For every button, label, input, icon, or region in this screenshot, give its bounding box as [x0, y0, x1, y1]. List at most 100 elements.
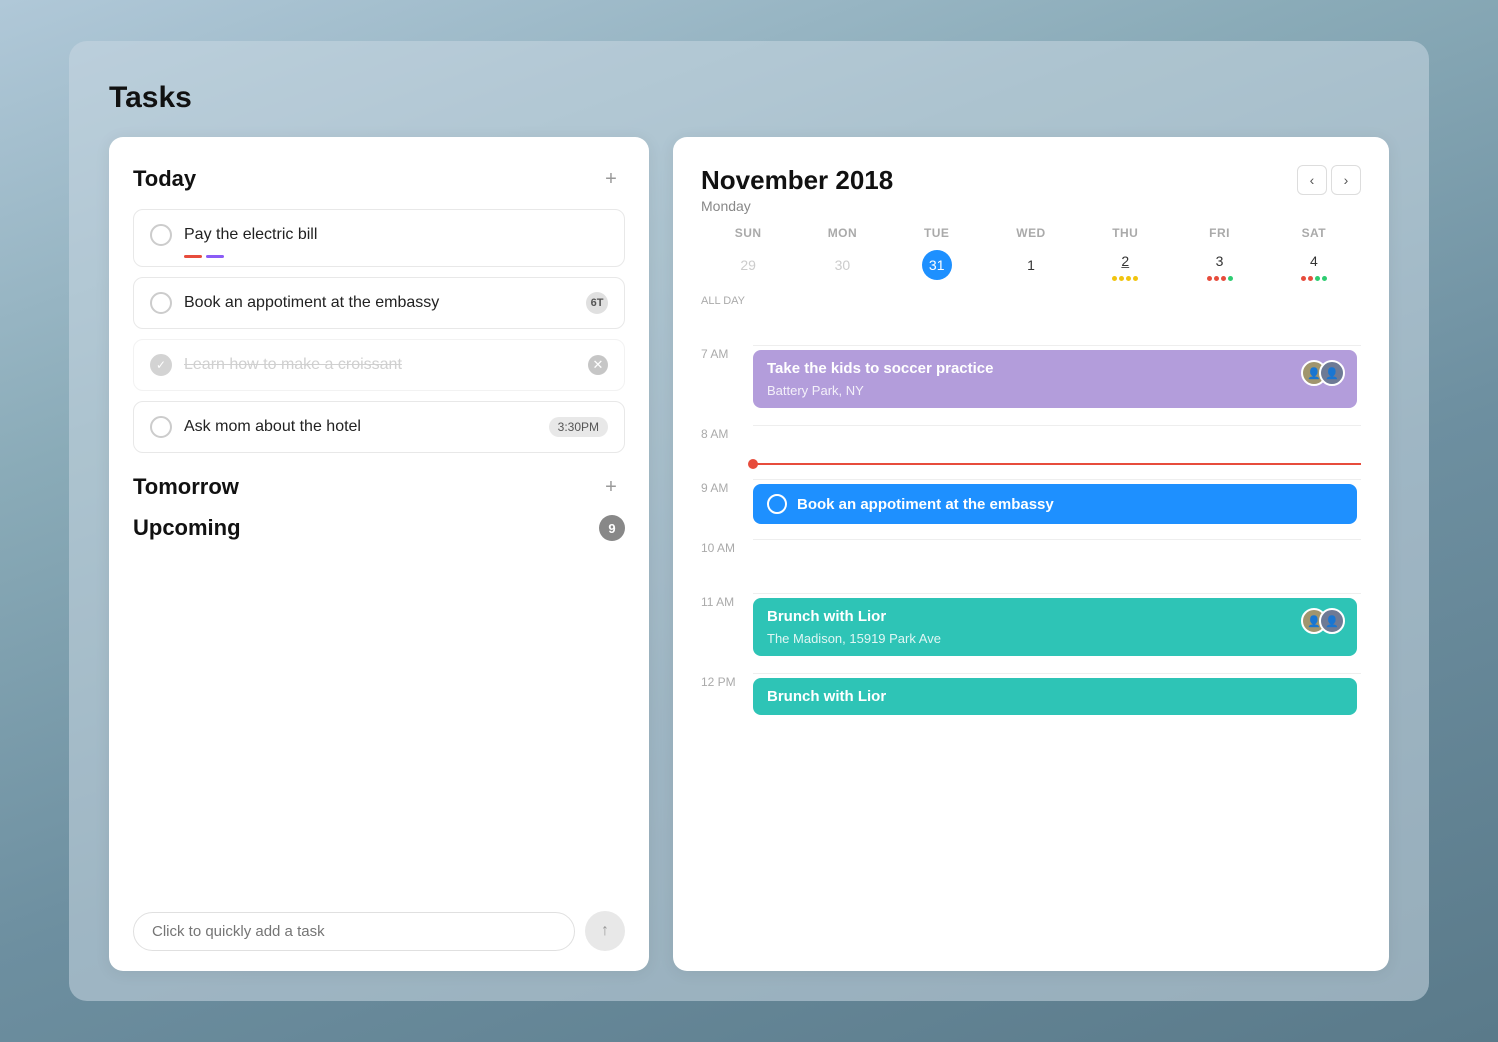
time-label-10am: 10 AM	[701, 539, 753, 555]
current-time-dot	[748, 459, 758, 469]
cal-day-wrapper[interactable]: 30	[795, 248, 889, 281]
cal-day-dots	[1207, 276, 1233, 281]
allday-row: ALL DAY	[701, 291, 1361, 345]
calendar-month-info: November 2018 Monday	[701, 165, 893, 214]
cal-day-wrapper[interactable]: 31	[890, 248, 984, 281]
time-content-10am	[753, 539, 1361, 593]
quick-add-area: ↑	[133, 899, 625, 951]
time-row-11am: 11 AM Brunch with Lior The Madison, 1591…	[701, 593, 1361, 673]
task-checkbox[interactable]	[150, 224, 172, 246]
priority-red-indicator	[184, 255, 202, 258]
calendar-next-button[interactable]: ›	[1331, 165, 1361, 195]
app-title: Tasks	[109, 81, 1389, 115]
cal-day-header-mon: MON	[795, 220, 889, 248]
event-brunch-lior[interactable]: Brunch with Lior The Madison, 15919 Park…	[753, 598, 1357, 656]
event-location: Battery Park, NY	[767, 383, 1343, 398]
event-dot	[1112, 276, 1117, 281]
upcoming-label: Upcoming	[133, 515, 241, 541]
cal-day[interactable]: 3	[1216, 248, 1224, 274]
event-dot	[1228, 276, 1233, 281]
event-dot	[1315, 276, 1320, 281]
time-row-10am: 10 AM	[701, 539, 1361, 593]
app-window: Tasks Today + Pay the electric bill Bo	[69, 41, 1429, 1001]
event-brunch-lior-2[interactable]: Brunch with Lior	[753, 678, 1357, 715]
quick-add-input[interactable]	[133, 912, 575, 951]
cal-day-wrapper[interactable]: 3	[1172, 248, 1266, 281]
cal-day[interactable]: 30	[835, 252, 851, 278]
event-title: Brunch with Lior	[767, 688, 1343, 705]
event-dot	[1301, 276, 1306, 281]
tomorrow-label: Tomorrow	[133, 474, 239, 500]
cal-day-dots	[1301, 276, 1327, 281]
time-label-12pm: 12 PM	[701, 673, 753, 689]
event-dot	[1207, 276, 1212, 281]
event-dot	[1308, 276, 1313, 281]
event-dot	[1221, 276, 1226, 281]
time-content-12pm: Brunch with Lior	[753, 673, 1361, 723]
allday-content	[753, 291, 1361, 345]
task-checkbox-done[interactable]	[150, 354, 172, 376]
event-dot	[1126, 276, 1131, 281]
task-text-completed: Learn how to make a croissant	[184, 356, 576, 374]
cal-day[interactable]: 1	[1027, 252, 1035, 278]
time-content-9am: Book an appotiment at the embassy	[753, 479, 1361, 539]
task-checkbox[interactable]	[150, 416, 172, 438]
quick-add-submit-button[interactable]: ↑	[585, 911, 625, 951]
time-row-8am: 8 AM	[701, 425, 1361, 479]
time-label-7am: 7 AM	[701, 345, 753, 361]
add-today-button[interactable]: +	[597, 165, 625, 193]
time-row-9am: 9 AM Book an appotiment at the embassy	[701, 479, 1361, 539]
cal-day-header-sun: SUN	[701, 220, 795, 248]
cal-day-today[interactable]: 31	[922, 250, 952, 280]
cal-day-wrapper[interactable]: 4	[1267, 248, 1361, 281]
task-badge: 6T	[586, 292, 608, 314]
cal-day-header-thu: THU	[1078, 220, 1172, 248]
time-content-8am	[753, 425, 1361, 479]
cal-day-wrapper[interactable]: 2	[1078, 248, 1172, 281]
upcoming-count-badge: 9	[599, 515, 625, 541]
cal-day[interactable]: 4	[1310, 248, 1318, 274]
task-text: Book an appotiment at the embassy	[184, 294, 574, 312]
event-circle-icon	[767, 494, 787, 514]
left-panel: Today + Pay the electric bill Book an ap…	[109, 137, 649, 971]
event-soccer-practice[interactable]: Take the kids to soccer practice Battery…	[753, 350, 1357, 408]
calendar-header: November 2018 Monday ‹ ›	[701, 165, 1361, 214]
task-item: Book an appotiment at the embassy 6T	[133, 277, 625, 329]
cal-day-header-fri: FRI	[1172, 220, 1266, 248]
time-label-9am: 9 AM	[701, 479, 753, 495]
event-avatars: 👤 👤	[1301, 360, 1345, 386]
add-tomorrow-button[interactable]: +	[597, 473, 625, 501]
calendar-grid: SUN MON TUE WED THU FRI SAT 29 30 31 1	[701, 220, 1361, 281]
event-avatars: 👤 👤	[1301, 608, 1345, 634]
today-label: Today	[133, 166, 196, 192]
panels: Today + Pay the electric bill Book an ap…	[109, 137, 1389, 971]
event-embassy[interactable]: Book an appotiment at the embassy	[753, 484, 1357, 524]
cal-day-wrapper[interactable]: 1	[984, 248, 1078, 281]
allday-label: ALL DAY	[701, 291, 753, 307]
cal-day[interactable]: 2	[1121, 248, 1129, 274]
task-priority-indicators	[184, 255, 224, 258]
calendar-prev-button[interactable]: ‹	[1297, 165, 1327, 195]
task-item: Ask mom about the hotel 3:30PM	[133, 401, 625, 453]
time-row-7am: 7 AM Take the kids to soccer practice Ba…	[701, 345, 1361, 425]
task-text: Ask mom about the hotel	[184, 418, 537, 436]
tomorrow-section-header: Tomorrow +	[133, 473, 625, 501]
event-dot	[1133, 276, 1138, 281]
cal-day-header-wed: WED	[984, 220, 1078, 248]
current-time-line	[753, 463, 1361, 465]
cal-day[interactable]: 29	[740, 252, 756, 278]
cal-day-header-tue: TUE	[890, 220, 984, 248]
right-panel: November 2018 Monday ‹ › SUN MON TUE WED…	[673, 137, 1389, 971]
event-title: Take the kids to soccer practice	[767, 360, 1343, 377]
task-item: Pay the electric bill	[133, 209, 625, 267]
event-title: Book an appotiment at the embassy	[797, 496, 1054, 513]
cal-day-wrapper[interactable]: 29	[701, 248, 795, 281]
calendar-nav: ‹ ›	[1297, 165, 1361, 195]
time-content-11am: Brunch with Lior The Madison, 15919 Park…	[753, 593, 1361, 673]
task-item-completed: Learn how to make a croissant ✕	[133, 339, 625, 391]
time-row-12pm: 12 PM Brunch with Lior	[701, 673, 1361, 727]
task-time-badge: 3:30PM	[549, 417, 608, 437]
task-checkbox[interactable]	[150, 292, 172, 314]
task-delete-button[interactable]: ✕	[588, 355, 608, 375]
event-dot	[1322, 276, 1327, 281]
